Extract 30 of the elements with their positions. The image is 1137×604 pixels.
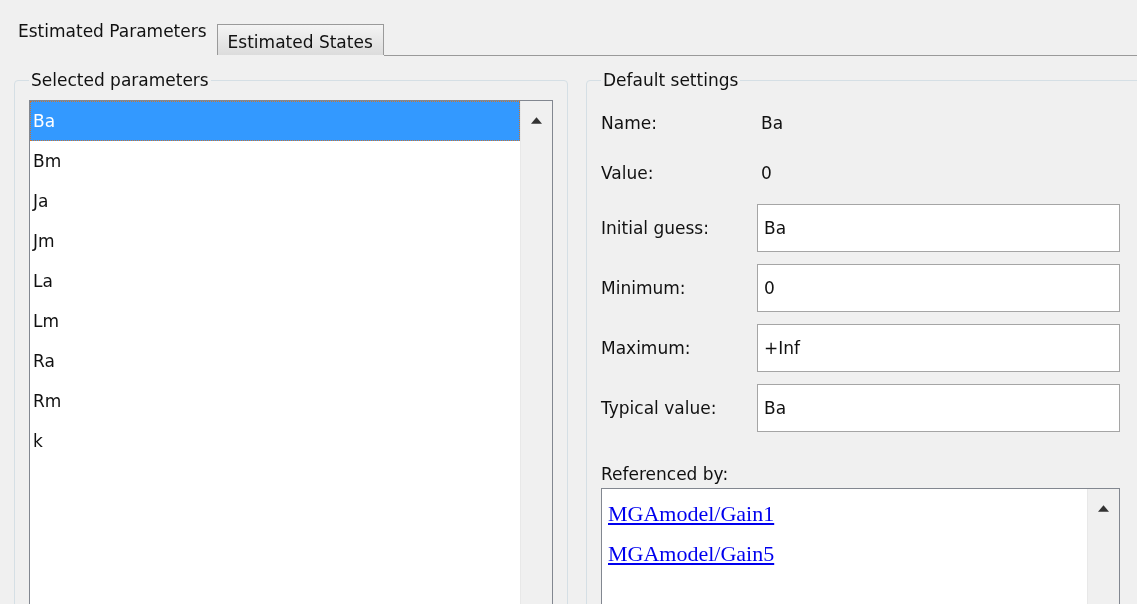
link[interactable]: MGAmodel/Gain1 — [608, 501, 775, 526]
field-label: Maximum: — [601, 338, 692, 358]
field-label: Minimum: — [601, 278, 687, 298]
list-item[interactable]: Rm — [30, 381, 520, 421]
input-field[interactable]: +Inf — [757, 324, 1120, 372]
tab[interactable]: Estimated States — [216, 24, 384, 55]
list-item[interactable]: Bm — [30, 141, 520, 181]
list-item[interactable]: k — [30, 421, 520, 461]
field-value: 0 — [760, 163, 772, 183]
field-label: Value: — [601, 163, 655, 183]
group-title: Selected parameters — [30, 70, 210, 90]
group-title: Default settings — [602, 70, 740, 90]
list-item[interactable]: Ra — [30, 341, 520, 381]
scroll-up-icon[interactable] — [1098, 505, 1109, 512]
field-label: Initial guess: — [601, 218, 710, 238]
parameter-list[interactable]: Ba Bm Ja Jm La Lm Ra Rm k — [29, 100, 553, 604]
input-field[interactable]: Ba — [757, 204, 1120, 252]
list-item[interactable]: Lm — [30, 301, 520, 341]
list-item[interactable]: Ja — [30, 181, 520, 221]
field-label: Referenced by: — [601, 463, 730, 486]
field-label: Name: — [601, 113, 658, 133]
input-field[interactable]: Ba — [757, 384, 1120, 432]
link[interactable]: MGAmodel/Gain5 — [608, 541, 775, 566]
input-field[interactable]: 0 — [757, 264, 1120, 312]
scroll-bar[interactable] — [520, 101, 552, 604]
list-item[interactable]: La — [30, 261, 520, 301]
list-item[interactable]: Jm — [30, 221, 520, 261]
field-value: Ba — [760, 113, 784, 133]
field-label: Typical value: — [601, 398, 718, 418]
scroll-up-icon[interactable] — [531, 117, 542, 124]
